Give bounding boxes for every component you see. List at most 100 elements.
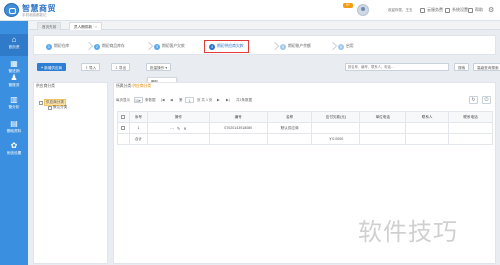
total-empty-cell: [405, 133, 450, 145]
more-icon[interactable]: ⋯: [170, 126, 174, 131]
column-header[interactable]: 操作: [146, 111, 210, 123]
logo-icon: [4, 3, 19, 17]
step-label: 期初仓库: [54, 44, 70, 48]
total-empty-cell: [208, 133, 268, 145]
total-pages: 页 共 1 页: [197, 98, 213, 102]
row-code: 07020143918080: [208, 122, 268, 134]
edit-icon[interactable]: ✎: [177, 126, 180, 131]
cart-icon: ▦: [10, 59, 18, 68]
table-row[interactable]: 1 ⋯ ✎ ✕ 07020143918080 默认供应商: [117, 122, 493, 134]
column-header[interactable]: 联系电话: [448, 111, 493, 123]
sidebar-item-home[interactable]: ⌂ 首页资: [0, 34, 28, 56]
checkbox[interactable]: [121, 115, 126, 120]
table-header-row: 序号 操作 编号 名称 应付欠款(元) 单位电话 联系人 联系电话: [117, 111, 493, 123]
column-header[interactable]: 单位电话: [359, 111, 407, 123]
row-mobile: [448, 122, 493, 134]
folder-icon: [48, 105, 52, 110]
select-all-cell[interactable]: [117, 111, 130, 123]
checkbox[interactable]: [121, 126, 126, 131]
column-header[interactable]: 联系人: [405, 111, 450, 123]
page-size-select[interactable]: 10▾: [134, 97, 143, 103]
column-header[interactable]: 编号: [208, 111, 268, 123]
category-panel: 供应商分类 供应商分类 默认分类: [33, 82, 108, 264]
import-button[interactable]: ⇪ 导入: [81, 63, 101, 71]
step-number: 3: [154, 43, 160, 50]
avatar[interactable]: [357, 4, 369, 16]
pager-prefix: 每页显示: [116, 98, 130, 102]
sidebar-item-label: 管分析: [8, 105, 20, 109]
grid-heading: 所属分类:供应商分类: [116, 84, 151, 89]
system-settings-link[interactable]: 系统设置: [445, 7, 468, 13]
column-header[interactable]: 序号: [128, 111, 148, 123]
sidebar-item-basic-data[interactable]: ▤ 基础资料: [0, 118, 28, 140]
total-label: 合计: [128, 133, 148, 145]
page-label: 第: [179, 98, 183, 102]
total-empty-cell: [117, 133, 130, 145]
step-6[interactable]: 6 启用: [338, 41, 354, 52]
chevron-right-icon: [270, 41, 280, 51]
collapse-icon[interactable]: [39, 100, 43, 105]
column-header[interactable]: 应付欠款(元): [311, 111, 361, 123]
step-4[interactable]: 4 期初供应商欠款: [204, 40, 249, 53]
first-page-button[interactable]: |◀: [161, 97, 165, 104]
export-label: 导出: [119, 66, 127, 70]
row-index: 1: [128, 122, 148, 134]
search-input[interactable]: [345, 63, 449, 71]
step-3[interactable]: 3 期初客户欠款: [154, 41, 185, 52]
sidebar-item-system-settings[interactable]: ✿ 系统设置: [0, 140, 28, 162]
total-empty-cell: [146, 133, 210, 145]
row-select-cell[interactable]: [117, 122, 130, 134]
supplier-table: 序号 操作 编号 名称 应付欠款(元) 单位电话 联系人 联系电话 1 ⋯ ✎ …: [117, 111, 493, 145]
brand-subtitle: 手机电脑都能记: [22, 13, 47, 17]
grid-heading-label: 所属分类:: [116, 84, 133, 88]
pager: 每页显示 10▾ 条数据 |◀ ◀ 第 1 页 共 1 页 ▶ ▶| 共1条数据…: [116, 96, 493, 105]
next-page-button[interactable]: ▶: [217, 97, 220, 104]
export-button[interactable]: ⇩ 导出: [111, 63, 131, 71]
step-number: 1: [46, 43, 52, 50]
category-node-default[interactable]: 默认分类: [48, 105, 67, 110]
sidebar: ⌂ 首页资 ▦ 管进销 ♟ 管账务 ▥ 管分析 ▤ 基础资料 ✿ 系统设置: [0, 21, 28, 265]
user-icon: ♟: [10, 73, 18, 82]
gear-icon[interactable]: ⚙: [488, 7, 494, 14]
advanced-search-button[interactable]: 高级查询搜索: [473, 63, 500, 71]
search-button[interactable]: 搜索: [454, 63, 470, 71]
cloud-service-link[interactable]: 云服务费: [420, 7, 443, 13]
notification-badge[interactable]: 9+: [343, 3, 353, 8]
help-link[interactable]: 帮助: [468, 7, 483, 13]
plus-icon: +: [41, 66, 44, 70]
delete-icon[interactable]: ✕: [183, 126, 186, 131]
step-label: 期初商品库存: [102, 44, 125, 48]
category-title: 供应商分类: [36, 84, 55, 88]
total-value: ￥0.0000: [311, 133, 361, 145]
power-icon[interactable]: ⏻: [482, 96, 491, 104]
home-icon: ⌂: [11, 35, 17, 44]
sidebar-item-label: 基础资料: [6, 129, 22, 133]
row-actions: ⋯ ✎ ✕: [146, 122, 210, 134]
tab-current[interactable]: 员人期供新 ×: [69, 22, 103, 30]
refresh-icon[interactable]: ↻: [469, 96, 478, 104]
tab-label: 首页先前: [42, 25, 57, 29]
settings-icon: [445, 7, 450, 13]
last-page-button[interactable]: ▶|: [226, 97, 230, 104]
row-debt: [311, 122, 361, 134]
batch-actions-button[interactable]: 批量操作 ▾: [146, 63, 172, 71]
step-2[interactable]: 2 期初商品库存: [94, 41, 125, 52]
sidebar-item-label: 系统设置: [6, 151, 22, 155]
add-supplier-button[interactable]: +新增供应商: [37, 63, 67, 71]
column-header[interactable]: 名称: [266, 111, 313, 123]
sidebar-item-accounts[interactable]: ♟ 管账务: [0, 72, 28, 94]
sidebar-item-analysis[interactable]: ▥ 管分析: [0, 94, 28, 116]
prev-page-button[interactable]: ◀: [170, 97, 173, 104]
page-input[interactable]: 1: [185, 97, 194, 103]
total-empty-cell: [448, 133, 493, 145]
step-1[interactable]: 1 期初仓库: [46, 41, 69, 52]
step-5[interactable]: 5 期初账户余额: [280, 41, 311, 52]
help-label: 帮助: [475, 7, 483, 12]
chevron-right-icon: [144, 41, 154, 51]
step-number: 4: [209, 43, 215, 50]
sidebar-item-label: 首页资: [8, 45, 20, 49]
tab-home[interactable]: 首页先前: [37, 22, 62, 30]
step-number: 6: [338, 43, 344, 50]
database-icon: ▤: [10, 119, 18, 128]
close-icon[interactable]: ×: [95, 25, 97, 29]
